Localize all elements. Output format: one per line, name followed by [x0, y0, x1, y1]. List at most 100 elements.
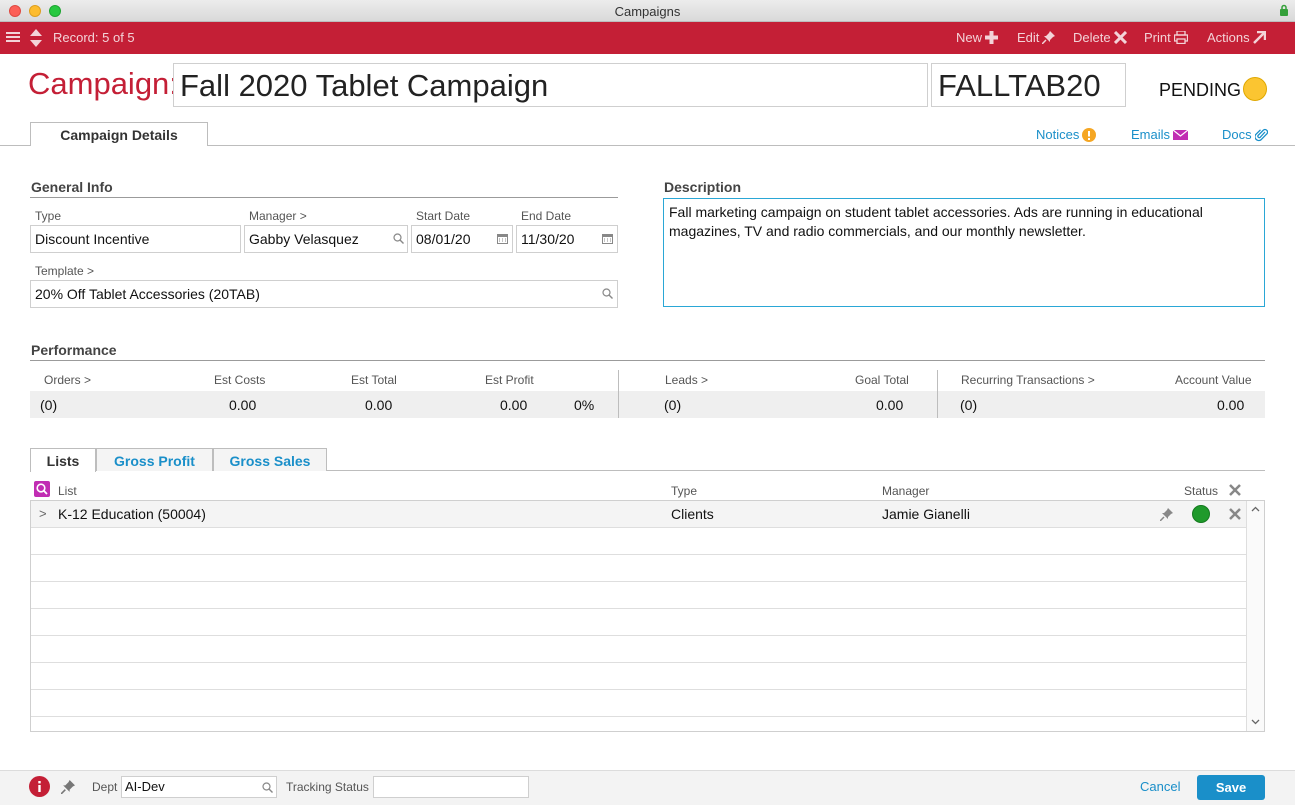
new-label: New [956, 30, 983, 45]
leads-label[interactable]: Leads > [665, 373, 708, 387]
est-costs-label: Est Costs [214, 373, 266, 387]
performance-title: Performance [31, 342, 117, 358]
arrow-up-right-icon [1252, 31, 1266, 44]
type-cell: Clients [671, 506, 714, 522]
table-row [31, 555, 1247, 582]
campaign-code-field[interactable]: FALLTAB20 [931, 63, 1126, 107]
notices-link[interactable]: Notices [1036, 127, 1097, 142]
template-value: 20% Off Tablet Accessories (20TAB) [35, 286, 260, 302]
tracking-status-field[interactable] [373, 776, 529, 798]
docs-link[interactable]: Docs [1222, 127, 1268, 142]
new-button[interactable]: New [956, 30, 999, 45]
end-date-value: 11/30/20 [521, 231, 575, 247]
orders-label[interactable]: Orders > [44, 373, 91, 387]
col-status-header[interactable]: Status [1184, 484, 1218, 498]
x-icon[interactable] [1229, 484, 1241, 496]
tab-gross-profit[interactable]: Gross Profit [96, 448, 213, 471]
status-indicator[interactable] [1192, 505, 1210, 523]
vertical-scrollbar[interactable] [1246, 501, 1264, 731]
calendar-icon[interactable] [602, 233, 613, 244]
list-name-cell: K-12 Education (50004) [58, 506, 206, 522]
table-row [31, 582, 1247, 609]
tab-gross-sales[interactable]: Gross Sales [213, 448, 327, 471]
record-toolbar: Record: 5 of 5 New Edit Delete Print Act… [0, 22, 1295, 54]
pin-icon [1042, 31, 1056, 44]
lock-icon [1280, 4, 1288, 16]
est-costs-value: 0.00 [229, 397, 257, 413]
table-row [31, 609, 1247, 636]
record-navigator-icon[interactable] [29, 28, 43, 48]
cancel-button[interactable]: Cancel [1140, 779, 1180, 794]
table-row [31, 663, 1247, 690]
tracking-status-label: Tracking Status [286, 780, 369, 794]
info-button[interactable] [29, 776, 50, 797]
window-title: Campaigns [614, 4, 681, 19]
calendar-icon[interactable] [497, 233, 508, 244]
type-field[interactable]: Discount Incentive [30, 225, 241, 253]
profit-percent-value: 0% [574, 397, 595, 413]
manager-label[interactable]: Manager > [249, 209, 307, 223]
performance-divider-1 [618, 370, 619, 418]
hamburger-menu-icon[interactable] [6, 30, 20, 44]
edit-button[interactable]: Edit [1017, 30, 1056, 45]
notices-label: Notices [1036, 127, 1080, 142]
search-icon[interactable] [262, 782, 273, 793]
col-manager-header[interactable]: Manager [882, 484, 929, 498]
delete-label: Delete [1073, 30, 1111, 45]
est-total-value: 0.00 [365, 397, 393, 413]
tab-campaign-details[interactable]: Campaign Details [30, 122, 208, 146]
search-icon[interactable] [602, 288, 613, 299]
goal-total-value: 0.00 [876, 397, 904, 413]
campaign-name-field[interactable]: Fall 2020 Tablet Campaign [173, 63, 928, 107]
template-field[interactable]: 20% Off Tablet Accessories (20TAB) [30, 280, 618, 308]
col-list-header[interactable]: List [58, 484, 77, 498]
status-label: PENDING [1159, 80, 1242, 100]
info-icon [38, 781, 41, 792]
leads-value: (0) [664, 397, 682, 413]
tab-lists[interactable]: Lists [30, 448, 96, 472]
pin-icon[interactable] [61, 780, 75, 794]
emails-label: Emails [1131, 127, 1171, 142]
delete-button[interactable]: Delete [1073, 30, 1127, 45]
expand-row-icon[interactable]: > [39, 506, 47, 521]
est-profit-label: Est Profit [485, 373, 534, 387]
window-titlebar: Campaigns [0, 0, 1295, 22]
paperclip-icon [1254, 128, 1268, 141]
x-icon [1113, 31, 1127, 44]
save-button[interactable]: Save [1197, 775, 1265, 800]
template-label[interactable]: Template > [35, 264, 94, 278]
chevron-up-icon[interactable] [1251, 506, 1260, 512]
plus-icon [985, 31, 999, 44]
emails-link[interactable]: Emails [1131, 127, 1189, 142]
end-date-label: End Date [521, 209, 572, 223]
search-icon[interactable] [393, 233, 404, 244]
dept-value: AI-Dev [125, 779, 165, 794]
envelope-icon [1173, 129, 1189, 140]
actions-label: Actions [1207, 30, 1250, 45]
printer-icon [1173, 31, 1188, 44]
x-icon[interactable] [1229, 508, 1241, 520]
dept-field[interactable]: AI-Dev [121, 776, 277, 798]
manager-field[interactable]: Gabby Velasquez [244, 225, 408, 253]
col-type-header[interactable]: Type [671, 484, 697, 498]
account-value: 0.00 [1217, 397, 1245, 413]
table-row[interactable]: > K-12 Education (50004) Clients Jamie G… [31, 501, 1247, 528]
record-counter: Record: 5 of 5 [53, 30, 135, 45]
chevron-down-icon[interactable] [1251, 719, 1260, 725]
recurring-label[interactable]: Recurring Transactions > [961, 373, 1095, 387]
goal-total-label: Goal Total [855, 373, 909, 387]
performance-divider-2 [937, 370, 938, 418]
table-row [31, 690, 1247, 717]
table-row [31, 636, 1247, 663]
actions-button[interactable]: Actions [1207, 30, 1266, 45]
table-row [31, 528, 1247, 555]
description-textarea[interactable]: Fall marketing campaign on student table… [663, 198, 1265, 307]
description-title: Description [664, 179, 742, 195]
pin-icon[interactable] [1160, 508, 1173, 521]
status-indicator[interactable] [1243, 77, 1267, 101]
docs-label: Docs [1222, 127, 1252, 142]
search-list-button[interactable] [34, 481, 50, 497]
print-button[interactable]: Print [1144, 30, 1188, 45]
campaign-label: Campaign: [28, 66, 178, 101]
est-total-label: Est Total [351, 373, 397, 387]
